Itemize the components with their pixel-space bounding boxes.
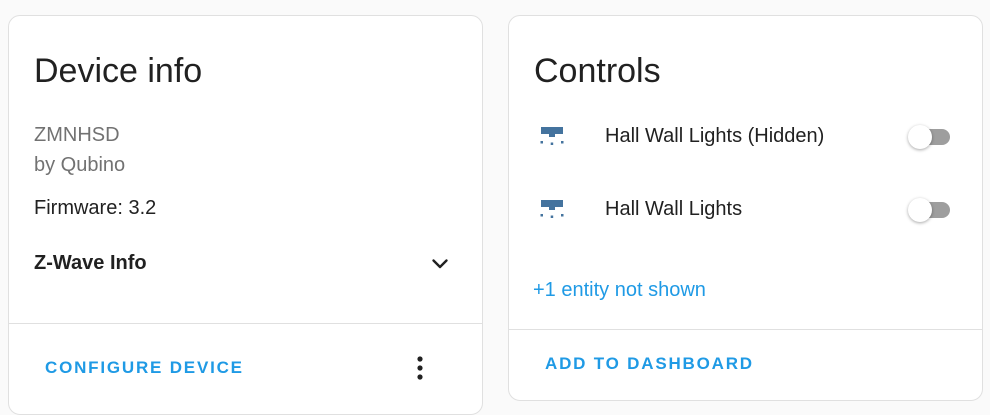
controls-card: Controls Hall Wall Lights (Hidden) Hall …	[508, 15, 983, 401]
firmware-label: Firmware:	[34, 197, 123, 219]
firmware-value: 3.2	[128, 197, 157, 219]
device-manufacturer: by Qubino	[34, 154, 126, 176]
device-model: ZMNHSD	[34, 124, 120, 146]
entity-row[interactable]: Hall Wall Lights (Hidden)	[509, 111, 982, 161]
device-info-title: Device info	[34, 52, 203, 90]
entity-toggle[interactable]	[908, 125, 950, 149]
entity-name: Hall Wall Lights	[605, 198, 743, 220]
card-actions-divider	[509, 329, 982, 330]
controls-title: Controls	[534, 52, 661, 90]
toggle-knob	[908, 198, 932, 222]
wall-light-icon	[540, 127, 564, 145]
add-to-dashboard-button[interactable]: ADD TO DASHBOARD	[545, 354, 754, 374]
card-actions-divider	[9, 323, 482, 324]
zwave-info-expansion[interactable]: Z-Wave Info	[9, 242, 482, 286]
device-firmware: Firmware: 3.2	[34, 197, 156, 220]
entity-toggle[interactable]	[908, 198, 950, 222]
toggle-knob	[908, 125, 932, 149]
more-vertical-icon[interactable]	[408, 354, 432, 382]
device-info-card: Device info ZMNHSD by Qubino Firmware: 3…	[8, 15, 483, 415]
chevron-down-icon	[432, 259, 448, 269]
zwave-info-label: Z-Wave Info	[34, 252, 147, 274]
hidden-entities-link[interactable]: +1 entity not shown	[533, 279, 706, 302]
entity-name: Hall Wall Lights (Hidden)	[605, 125, 825, 147]
configure-device-button[interactable]: CONFIGURE DEVICE	[45, 358, 244, 378]
entity-row[interactable]: Hall Wall Lights	[509, 184, 982, 234]
wall-light-icon	[540, 200, 564, 218]
